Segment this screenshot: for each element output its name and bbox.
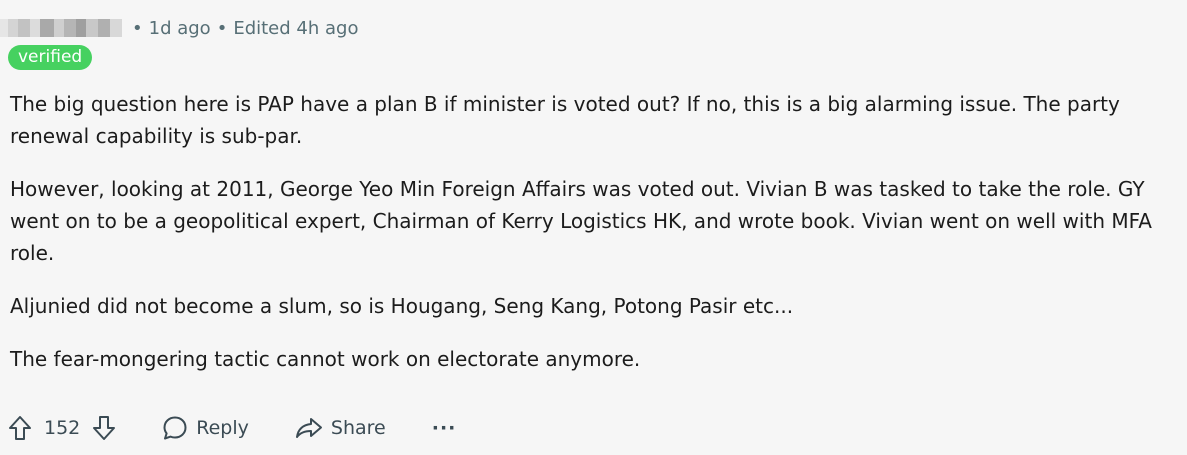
arrow-down-icon [92, 415, 116, 441]
share-arrow-icon [295, 416, 323, 440]
downvote-button[interactable] [92, 415, 116, 441]
arrow-up-icon [8, 415, 32, 441]
comment-paragraph: However, looking at 2011, George Yeo Min… [10, 177, 1152, 265]
ellipsis-icon: ··· [431, 417, 457, 439]
vote-score: 152 [44, 417, 81, 439]
comment-paragraph: The big question here is PAP have a plan… [10, 92, 1120, 148]
upvote-button[interactable] [8, 415, 32, 441]
comment-action-bar: 152 Reply Share ··· [8, 410, 456, 446]
comment-edited: Edited 4h ago [233, 17, 359, 39]
author-username-blurred[interactable] [0, 19, 122, 37]
comment-time: 1d ago [148, 17, 211, 39]
share-button[interactable]: Share [295, 416, 386, 440]
comment-meta: • 1d ago • Edited 4h ago [0, 14, 358, 42]
meta-separator: • [216, 17, 228, 39]
more-options-button[interactable]: ··· [432, 417, 457, 439]
comment: • 1d ago • Edited 4h ago verified The bi… [0, 0, 1187, 455]
meta-separator: • [132, 17, 143, 39]
reply-label: Reply [196, 417, 249, 439]
reply-button[interactable]: Reply [162, 415, 249, 441]
comment-paragraph: The fear-mongering tactic cannot work on… [10, 347, 641, 371]
speech-bubble-icon [162, 415, 188, 441]
comment-body: The big question here is PAP have a plan… [10, 88, 1180, 396]
user-flair-badge: verified [8, 45, 93, 70]
comment-paragraph: Aljunied did not become a slum, so is Ho… [10, 294, 794, 318]
share-label: Share [330, 417, 386, 439]
